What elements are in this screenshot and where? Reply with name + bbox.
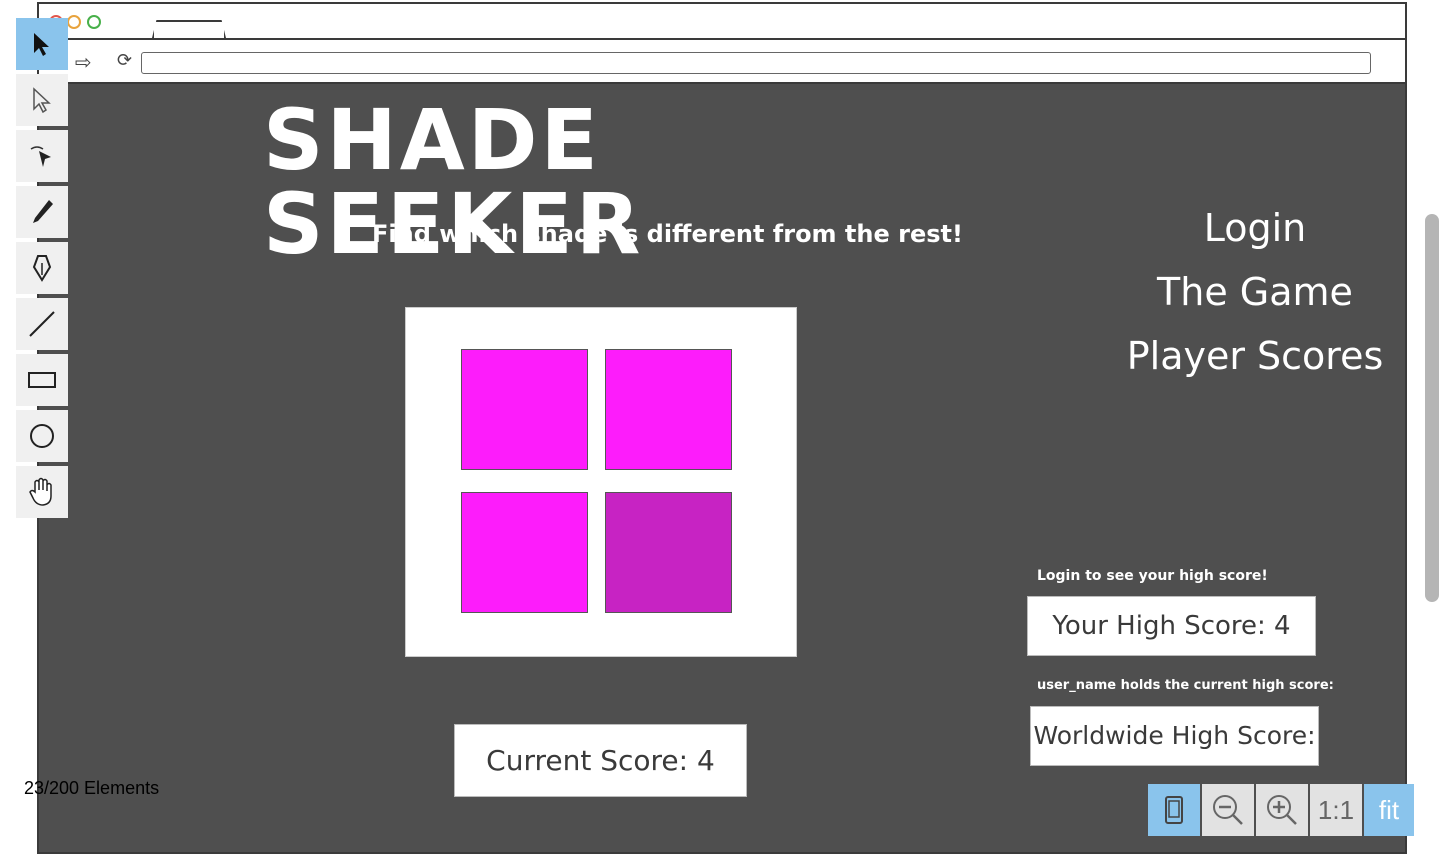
shade-tile[interactable] xyxy=(605,349,732,470)
shade-tile[interactable] xyxy=(461,349,588,470)
browser-titlebar xyxy=(39,4,1405,40)
tool-palette xyxy=(16,18,68,522)
nav-link-login[interactable]: Login xyxy=(1110,207,1400,250)
login-caption: Login to see your high score! xyxy=(1037,568,1268,584)
pen-nib-icon[interactable] xyxy=(16,242,68,294)
current-score-box: Current Score: 4 xyxy=(454,724,747,797)
nav-links: Login The Game Player Scores xyxy=(1110,207,1400,399)
select-arrow-icon[interactable] xyxy=(16,18,68,70)
pen-select-icon[interactable] xyxy=(16,130,68,182)
rectangle-icon[interactable] xyxy=(16,354,68,406)
game-board xyxy=(405,307,797,657)
refresh-icon: ⟳ xyxy=(117,50,133,71)
zoom-controls: 1:1 fit xyxy=(1148,784,1414,836)
page-subtitle: Find which shade is different from the r… xyxy=(372,220,963,248)
nav-link-player-scores[interactable]: Player Scores xyxy=(1110,335,1400,378)
zoom-out-icon[interactable] xyxy=(1202,784,1254,836)
shade-tile[interactable] xyxy=(605,492,732,613)
pencil-icon[interactable] xyxy=(16,186,68,238)
browser-navbar: ⇨ ⟳ xyxy=(39,40,1405,84)
zoom-one-to-one-button[interactable]: 1:1 xyxy=(1310,784,1362,836)
worldwide-high-score-box: Worldwide High Score: 4 xyxy=(1030,706,1319,808)
shade-tile[interactable] xyxy=(461,492,588,613)
browser-tab xyxy=(152,20,226,38)
forward-arrow-icon: ⇨ xyxy=(75,50,92,74)
nav-link-the-game[interactable]: The Game xyxy=(1110,271,1400,314)
url-bar xyxy=(141,52,1371,74)
ellipse-icon[interactable] xyxy=(16,410,68,462)
your-high-score-box: Your High Score: 4 xyxy=(1027,596,1316,656)
elements-count: 23/200 Elements xyxy=(24,778,160,798)
minimize-dot-icon xyxy=(67,15,81,29)
hand-icon[interactable] xyxy=(16,466,68,518)
zoom-fit-button[interactable]: fit xyxy=(1364,784,1414,836)
line-icon[interactable] xyxy=(16,298,68,350)
device-preview-icon[interactable] xyxy=(1148,784,1200,836)
vertical-scrollbar[interactable] xyxy=(1425,214,1439,602)
high-score-holder-caption: user_name holds the current high score: xyxy=(1037,678,1334,693)
zoom-in-icon[interactable] xyxy=(1256,784,1308,836)
direct-select-icon[interactable] xyxy=(16,74,68,126)
maximize-dot-icon xyxy=(87,15,101,29)
